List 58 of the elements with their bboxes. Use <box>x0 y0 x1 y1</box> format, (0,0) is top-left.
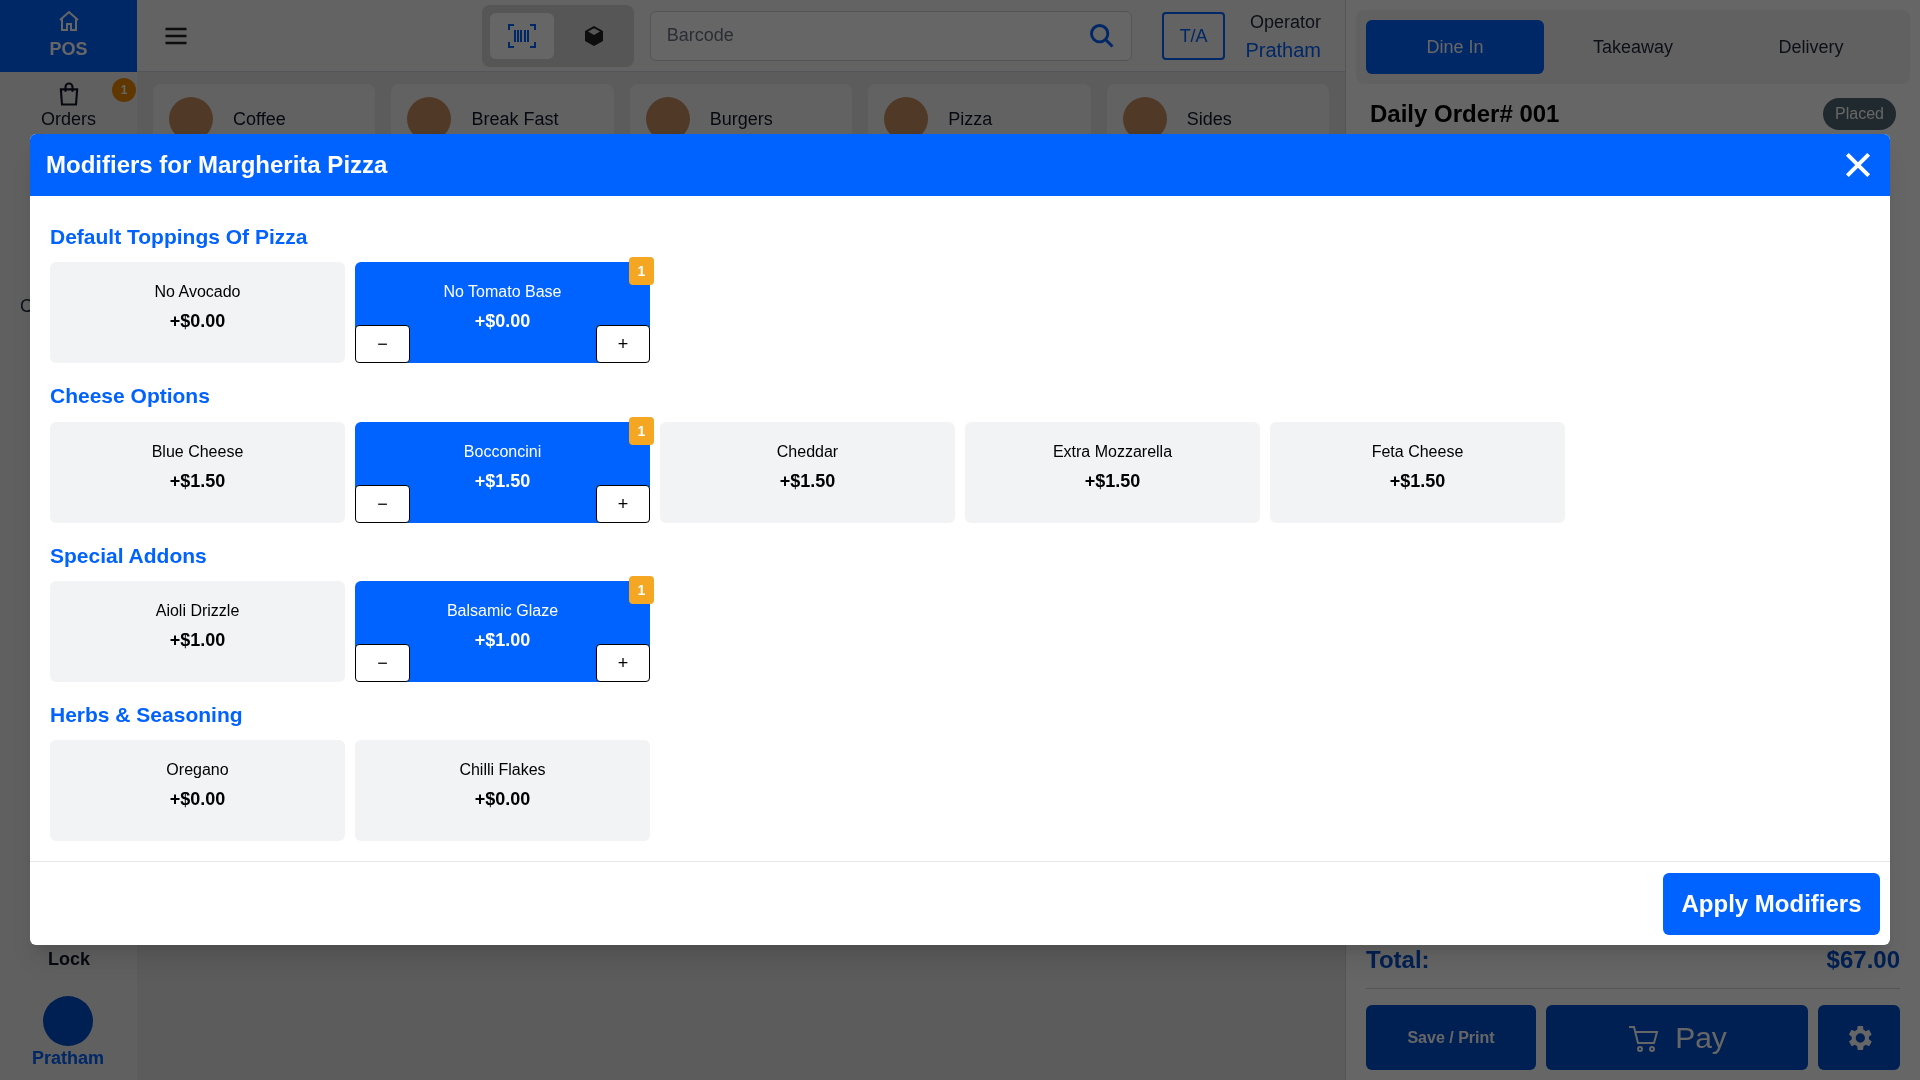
barcode-icon <box>507 23 536 48</box>
option-price: +$1.50 <box>779 469 836 492</box>
modifier-option-card[interactable]: Feta Cheese +$1.50 <box>1270 421 1565 523</box>
option-price: +$1.00 <box>474 628 531 652</box>
barcode-search-field[interactable]: Barcode <box>649 10 1132 61</box>
barcode-scan-button[interactable] <box>489 12 554 59</box>
option-name: Feta Cheese <box>1371 441 1464 462</box>
user-avatar <box>43 996 93 1046</box>
decrease-button[interactable]: − <box>355 484 410 523</box>
increase-button[interactable]: + <box>596 484 650 523</box>
quantity-badge: 1 <box>629 575 654 604</box>
quantity-badge: 1 <box>629 416 654 445</box>
increase-button[interactable]: + <box>596 325 650 364</box>
option-name: No Avocado <box>154 282 241 303</box>
operator-label: Operator <box>1249 10 1321 34</box>
option-price: +$0.00 <box>169 788 226 811</box>
modifier-group-title: Special Addons <box>50 542 208 569</box>
modifier-option-card[interactable]: Aioli Drizzle +$1.00 <box>50 580 345 682</box>
option-price: +$1.50 <box>169 469 226 492</box>
operator-name: Pratham <box>1245 37 1321 63</box>
option-price: +$0.00 <box>474 310 531 333</box>
user-name: Pratham <box>32 1047 105 1070</box>
orders-count-badge: 1 <box>112 78 136 102</box>
order-title: Daily Order# 001 <box>1370 99 1560 129</box>
modifier-option-card[interactable]: Blue Cheese +$1.50 <box>50 421 345 523</box>
option-name: Oregano <box>166 760 229 780</box>
decrease-button[interactable]: − <box>355 325 410 364</box>
modifier-group-title: Herbs & Seasoning <box>50 701 244 728</box>
option-price: +$0.00 <box>169 310 226 333</box>
option-name: Blue Cheese <box>151 441 244 462</box>
modifier-group-title: Default Toppings Of Pizza <box>50 224 309 250</box>
option-name: Chilli Flakes <box>459 760 546 780</box>
settings-button[interactable] <box>1818 1005 1900 1070</box>
total-amount: $67.00 <box>1826 945 1900 975</box>
total-label: Total: <box>1366 945 1430 975</box>
option-name: Balsamic Glaze <box>446 600 559 621</box>
modifier-option-card[interactable]: No Avocado +$0.00 <box>50 262 345 364</box>
option-price: +$1.00 <box>169 628 226 652</box>
increase-button[interactable]: + <box>596 643 650 682</box>
option-name: Extra Mozzarella <box>1052 441 1173 462</box>
search-icon[interactable] <box>1087 21 1116 50</box>
modifier-option-card[interactable]: Oregano +$0.00 <box>50 740 345 841</box>
option-name: Cheddar <box>776 441 839 462</box>
modifier-group-title: Cheese Options <box>50 383 211 410</box>
option-name: No Tomato Base <box>443 282 562 303</box>
option-price: +$1.50 <box>1084 469 1141 492</box>
modifier-option-card[interactable]: Extra Mozzarella +$1.50 <box>965 421 1260 523</box>
option-name: Bocconcini <box>463 441 542 462</box>
modifier-option-card[interactable]: Chilli Flakes +$0.00 <box>355 740 650 841</box>
option-price: +$0.00 <box>474 788 531 811</box>
option-price: +$1.50 <box>474 469 531 492</box>
order-status-badge: Placed <box>1823 98 1896 130</box>
option-price: +$1.50 <box>1389 469 1446 492</box>
apply-modifiers-button[interactable]: Apply Modifiers <box>1663 872 1880 935</box>
decrease-button[interactable]: − <box>355 643 410 682</box>
modifier-option-card[interactable]: Cheddar +$1.50 <box>660 421 955 523</box>
option-name: Aioli Drizzle <box>155 600 240 621</box>
quantity-badge: 1 <box>629 257 654 286</box>
